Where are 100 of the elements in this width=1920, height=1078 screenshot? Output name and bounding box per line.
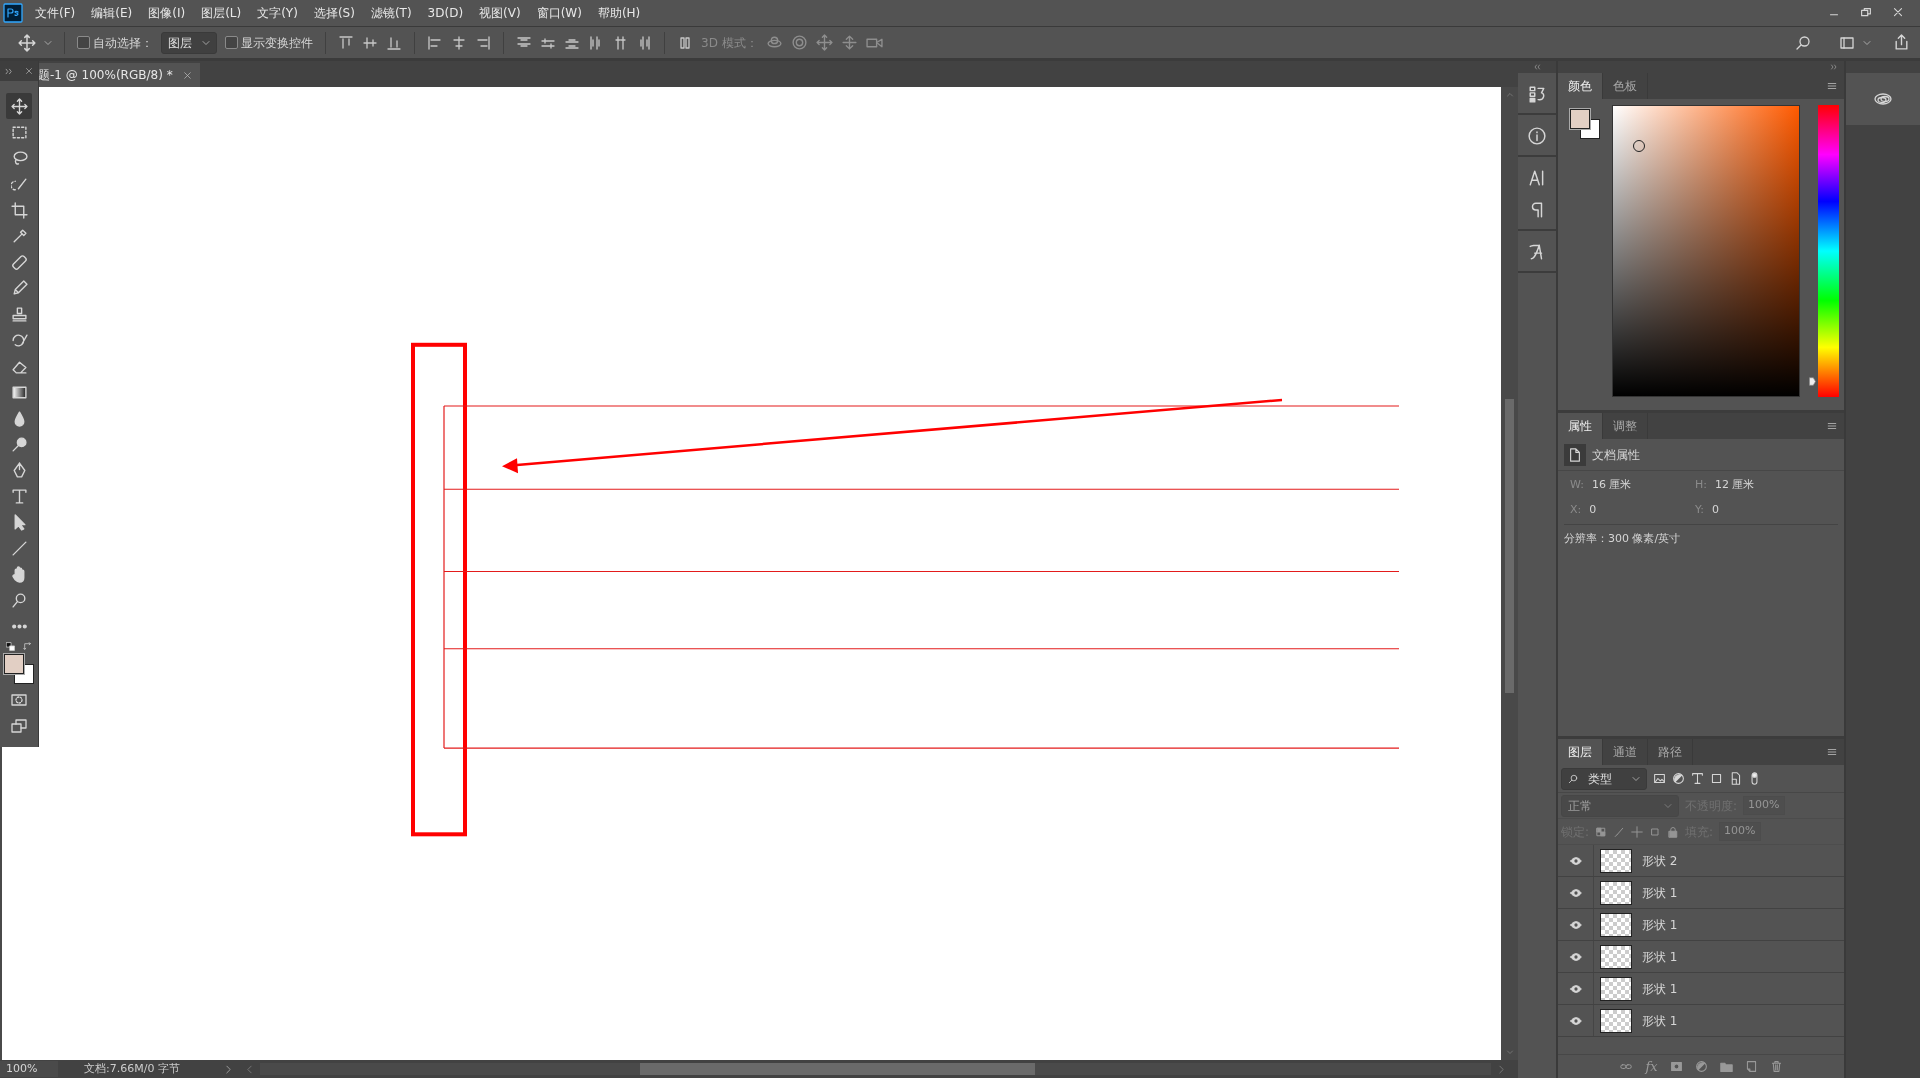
- history-brush-tool-icon[interactable]: [10, 331, 28, 349]
- panel-tab[interactable]: 调整: [1603, 413, 1648, 439]
- new-layer-icon[interactable]: [1744, 1060, 1758, 1073]
- hue-pointer-icon[interactable]: [1809, 377, 1816, 387]
- align-top-edges-icon[interactable]: [338, 34, 354, 51]
- checker-lock-icon: [1595, 825, 1608, 838]
- eye-icon[interactable]: [1568, 982, 1583, 995]
- workspace-icon[interactable]: [1839, 34, 1855, 51]
- layer-row[interactable]: 形状 1: [1558, 1005, 1844, 1037]
- menu-item[interactable]: 编辑(E): [84, 4, 140, 22]
- panel-tab[interactable]: 图层: [1558, 739, 1603, 765]
- panel-tab[interactable]: 路径: [1648, 739, 1693, 765]
- menu-item[interactable]: 视图(V): [472, 4, 528, 22]
- character-icon[interactable]: [1528, 169, 1546, 187]
- layer-row[interactable]: 形状 2: [1558, 845, 1844, 877]
- menu-item[interactable]: 文件(F): [28, 4, 83, 22]
- move-icon[interactable]: [18, 33, 36, 52]
- horizontal-scrollbar[interactable]: [260, 1063, 1491, 1075]
- menu-item[interactable]: 图像(I): [141, 4, 193, 22]
- layer-thumbnail: [1600, 880, 1632, 905]
- eye-icon[interactable]: [1568, 854, 1583, 867]
- layer-select[interactable]: 图层: [161, 31, 217, 54]
- trash-icon[interactable]: [1769, 1060, 1783, 1073]
- chevron-right-icon[interactable]: [224, 1064, 233, 1074]
- color-swatches[interactable]: [4, 654, 34, 684]
- layer-row[interactable]: 形状 1: [1558, 877, 1844, 909]
- document-title: 题-1 @ 100%(RGB/8) *: [38, 67, 173, 84]
- vertical-scrollbar[interactable]: [1501, 87, 1518, 1060]
- share-icon[interactable]: [1893, 34, 1910, 51]
- document-icon[interactable]: [1568, 447, 1582, 462]
- layer-name: 形状 1: [1642, 916, 1678, 934]
- dodge-tool-icon[interactable]: [10, 435, 28, 453]
- eye-icon[interactable]: [1568, 886, 1583, 899]
- quick-mask-icon[interactable]: [11, 692, 27, 708]
- hue-slider[interactable]: [1809, 105, 1839, 397]
- filter-select[interactable]: 类型: [1561, 767, 1647, 790]
- adjustment-icon[interactable]: [1694, 1060, 1708, 1073]
- panel-tab[interactable]: 通道: [1603, 739, 1648, 765]
- menu-item[interactable]: 窗口(W): [529, 4, 589, 22]
- zoom-tool-icon[interactable]: [10, 591, 28, 609]
- zoom-level[interactable]: 100%: [0, 1060, 58, 1078]
- smart-object-filter-icon[interactable]: [1729, 772, 1742, 785]
- layer-row[interactable]: 形状 1: [1558, 909, 1844, 941]
- close-icon[interactable]: [25, 67, 33, 75]
- panel-menu-icon[interactable]: [1826, 81, 1838, 91]
- artboard-lock-icon: [1649, 825, 1662, 838]
- cloud-libraries-icon[interactable]: [1872, 91, 1894, 107]
- filter-toggle-icon[interactable]: [1748, 772, 1761, 785]
- close-icon[interactable]: [182, 70, 192, 80]
- eye-icon[interactable]: [1568, 918, 1583, 931]
- checkbox[interactable]: [77, 36, 90, 49]
- history-icon[interactable]: [1528, 85, 1546, 103]
- gradient-tool-icon[interactable]: [10, 383, 28, 401]
- menu-item[interactable]: 选择(S): [306, 4, 362, 22]
- expand-icon[interactable]: [5, 66, 14, 76]
- color-field[interactable]: [1612, 105, 1800, 397]
- bandage-tool-icon[interactable]: [10, 253, 28, 271]
- info-icon[interactable]: [1528, 127, 1546, 145]
- scrollbar-thumb[interactable]: [1505, 399, 1514, 693]
- layer-row[interactable]: 形状 1: [1558, 941, 1844, 973]
- panel-tab[interactable]: 色板: [1603, 73, 1648, 99]
- screen-mode-icon[interactable]: [11, 718, 27, 734]
- menu-item[interactable]: 文字(Y): [250, 4, 305, 22]
- search-icon[interactable]: [1795, 34, 1811, 51]
- stamp-tool-icon[interactable]: [10, 305, 28, 323]
- layer-row[interactable]: 形状 1: [1558, 973, 1844, 1005]
- align-horizontal-centers-icon[interactable]: [451, 34, 467, 51]
- type-tool-icon[interactable]: [10, 487, 28, 505]
- auto-align-icon[interactable]: [677, 34, 693, 51]
- panel-tab[interactable]: 颜色: [1558, 73, 1603, 99]
- adjustment-filter-icon[interactable]: [1672, 772, 1685, 785]
- layer-thumbnail: [1600, 976, 1632, 1001]
- panel-tab[interactable]: 属性: [1558, 413, 1603, 439]
- align-right-edges-icon[interactable]: [475, 34, 491, 51]
- menu-item[interactable]: 3D(D): [420, 4, 471, 22]
- image-filter-icon[interactable]: [1653, 772, 1666, 785]
- eye-icon[interactable]: [1568, 950, 1583, 963]
- mask-icon[interactable]: [1669, 1060, 1683, 1073]
- marquee-tool-icon[interactable]: [10, 123, 28, 141]
- field-label: H:: [1695, 477, 1707, 493]
- expand-icon[interactable]: [1830, 63, 1838, 71]
- menu-item[interactable]: 滤镜(T): [363, 4, 419, 22]
- menu-item[interactable]: 帮助(H): [590, 4, 648, 22]
- panel-menu-icon[interactable]: [1826, 421, 1838, 431]
- checkbox[interactable]: [225, 36, 238, 49]
- move-tool-icon[interactable]: [10, 97, 28, 115]
- eye-icon[interactable]: [1568, 1014, 1583, 1027]
- folder-icon[interactable]: [1719, 1060, 1733, 1073]
- swap-colors-icon[interactable]: [23, 642, 32, 651]
- panel-menu-icon[interactable]: [1826, 747, 1838, 757]
- shape-filter-icon[interactable]: [1710, 772, 1723, 785]
- document-tab[interactable]: 题-1 @ 100%(RGB/8) *: [36, 63, 200, 87]
- menu-item[interactable]: 图层(L): [194, 4, 249, 22]
- type-filter-icon[interactable]: [1691, 772, 1704, 785]
- align-left-edges-icon[interactable]: [427, 34, 443, 51]
- crop-tool-icon[interactable]: [10, 201, 28, 219]
- default-colors-icon[interactable]: [6, 642, 15, 651]
- collapse-icon[interactable]: [1533, 63, 1541, 71]
- line-tool-icon[interactable]: [10, 539, 28, 557]
- scrollbar-thumb[interactable]: [640, 1063, 1035, 1075]
